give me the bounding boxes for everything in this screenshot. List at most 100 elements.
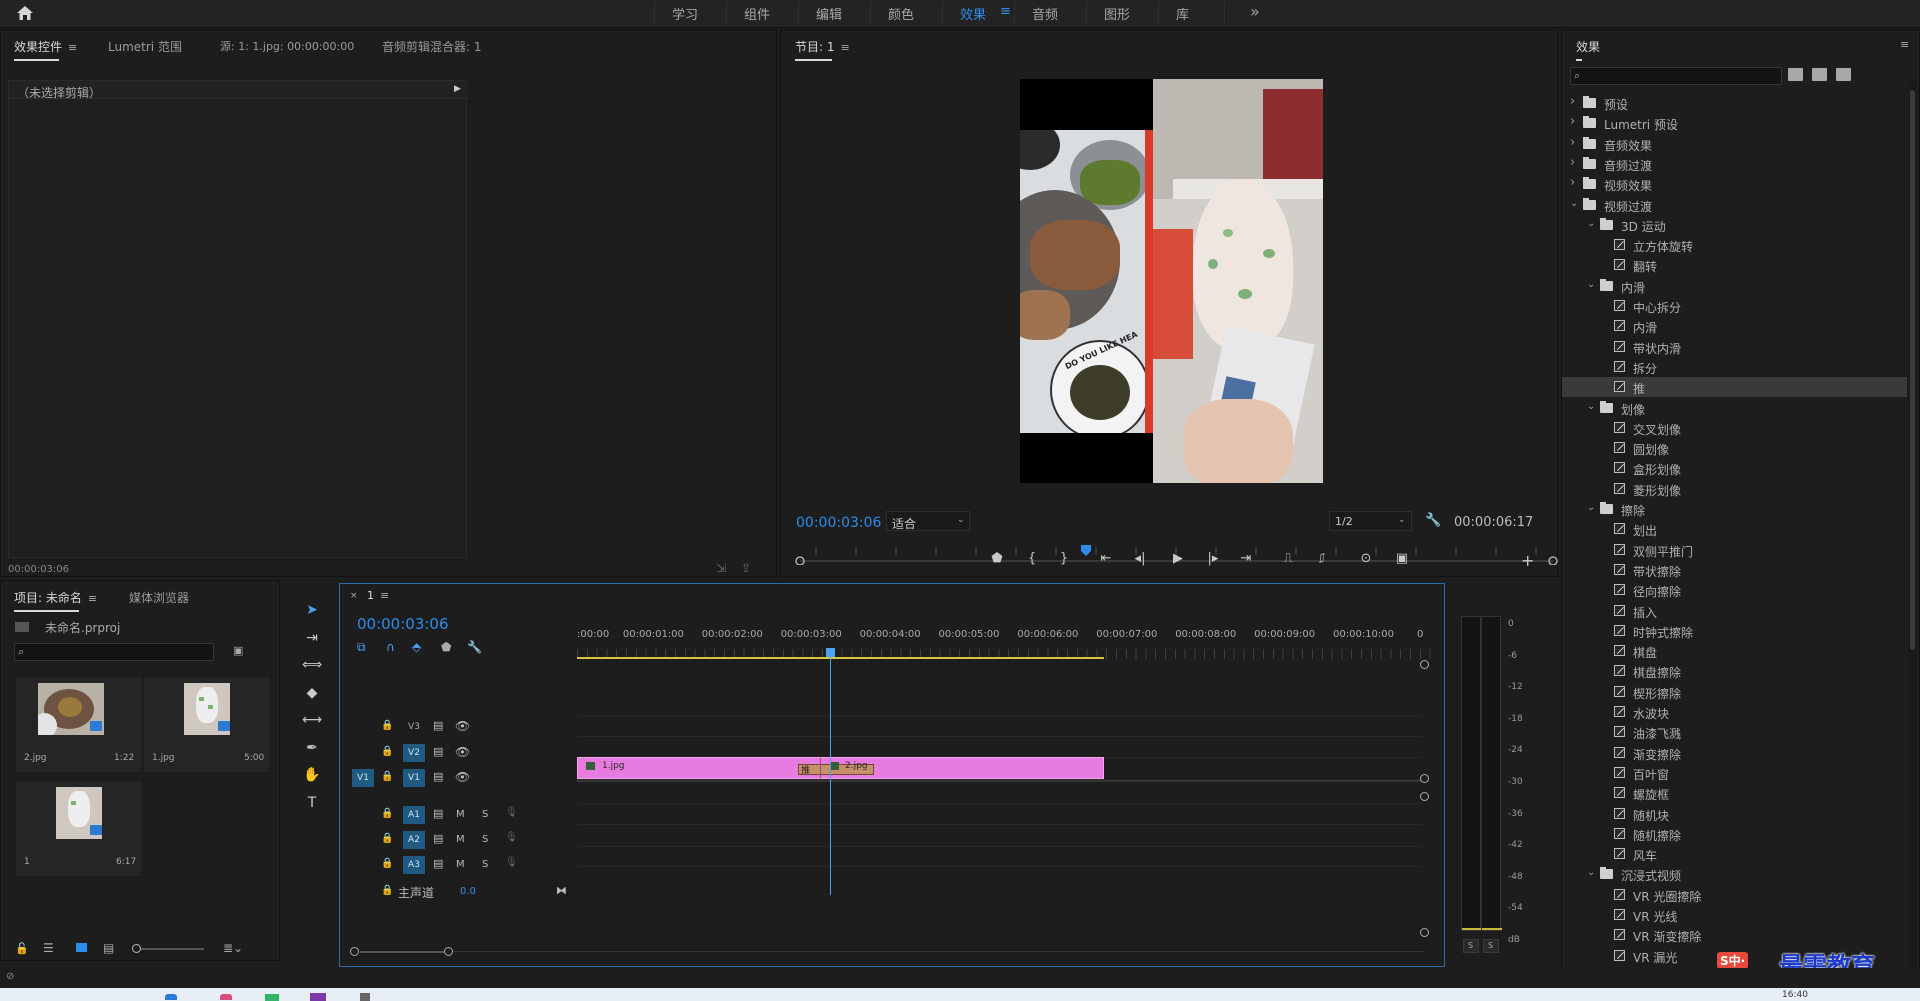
project-item[interactable]: 1.jpg 5:00 <box>144 677 270 772</box>
workspace-tab[interactable]: 音频 <box>1032 4 1058 23</box>
eye-icon[interactable]: 👁 <box>455 745 470 759</box>
microphone-icon[interactable]: 🎙 <box>505 832 518 843</box>
fit-select[interactable]: 适合 ⌄ <box>886 511 970 531</box>
sync-lock-icon[interactable]: ▤ <box>433 857 443 870</box>
chevron-right-icon[interactable]: › <box>1570 155 1575 170</box>
panel-menu-icon[interactable]: ≡ <box>68 41 77 54</box>
track-target[interactable]: V2 <box>403 743 425 762</box>
resolution-select[interactable]: 1/2 ⌄ <box>1329 511 1412 531</box>
ripple-edit-tool-icon[interactable]: ⟺ <box>302 657 322 673</box>
chevron-right-icon[interactable]: › <box>1570 114 1575 129</box>
timeline-timecode[interactable]: 00:00:03:06 <box>357 615 449 633</box>
tab-effect-controls[interactable]: 效果控件 ≡ <box>14 38 77 61</box>
step-back-icon[interactable]: ◂| <box>1129 551 1151 566</box>
effects-item[interactable]: 内滑 <box>1562 316 1907 336</box>
master-volume-value[interactable]: 0.0 <box>460 886 476 897</box>
go-to-end-icon[interactable]: ⧓ <box>556 884 567 897</box>
panel-menu-icon[interactable]: ≡ <box>380 589 389 602</box>
microphone-icon[interactable]: 🎙 <box>505 857 518 868</box>
lift-icon[interactable]: ⎍ <box>1277 551 1299 566</box>
taskbar-app-icon[interactable] <box>265 994 279 1001</box>
taskbar-app-icon[interactable] <box>360 993 370 1001</box>
workspace-tab[interactable]: 效果 <box>960 4 986 23</box>
effects-item[interactable]: 渐变擦除 <box>1562 743 1907 763</box>
track-target[interactable]: V1 <box>403 769 425 787</box>
effects-folder[interactable]: › 视频效果 <box>1562 174 1907 194</box>
playhead[interactable] <box>830 655 831 895</box>
effects-item[interactable]: 双侧平推门 <box>1562 540 1907 560</box>
source-patch-v1[interactable]: V1 <box>352 769 374 787</box>
track-lock-icon[interactable]: 🔒 <box>381 858 393 869</box>
close-tab-icon[interactable]: × <box>350 591 358 601</box>
step-forward-icon[interactable]: |▸ <box>1202 551 1224 566</box>
marker-icon[interactable]: ⬟ <box>986 551 1008 566</box>
effects-folder[interactable]: › 音频效果 <box>1562 134 1907 154</box>
track-target[interactable]: A2 <box>403 831 425 849</box>
track-target[interactable]: V3 <box>403 718 425 736</box>
freeform-view-icon[interactable]: ▤ <box>103 941 114 955</box>
export-frame-icon[interactable]: ⇲ <box>716 561 726 575</box>
solo-button[interactable]: S <box>482 834 488 845</box>
accelerated-effects-icon[interactable] <box>1788 68 1803 81</box>
expand-arrow-icon[interactable]: ▶ <box>454 84 461 94</box>
tab-source[interactable]: 源: 1: 1.jpg: 00:00:00:00 <box>220 38 354 54</box>
solo-button[interactable]: S <box>482 859 488 870</box>
track-area[interactable]: 1.jpg 推 2.jpg <box>577 655 1422 937</box>
solo-button[interactable]: S <box>482 809 488 820</box>
project-item[interactable]: 2.jpg 1:22 <box>16 677 142 772</box>
yuv-effects-icon[interactable] <box>1836 68 1851 81</box>
solo-right-button[interactable]: S <box>1483 939 1499 953</box>
effects-item[interactable]: 时钟式擦除 <box>1562 621 1907 641</box>
slip-tool-icon[interactable]: ⟷ <box>302 712 322 728</box>
effects-folder[interactable]: ⌄ 视频过渡 <box>1562 195 1907 215</box>
effects-folder[interactable]: ⌄ 内滑 <box>1562 276 1907 296</box>
panel-menu-icon[interactable]: ≡ <box>841 41 850 54</box>
lock-icon[interactable]: 🔓 <box>15 942 29 955</box>
track-lock-icon[interactable]: 🔒 <box>381 885 393 896</box>
effects-item[interactable]: 螺旋框 <box>1562 783 1907 803</box>
effects-item[interactable]: 立方体旋转 <box>1562 235 1907 255</box>
project-item-sequence[interactable]: 1 6:17 <box>16 781 142 876</box>
32bit-effects-icon[interactable] <box>1812 68 1827 81</box>
effects-item[interactable]: 水波块 <box>1562 702 1907 722</box>
track-lock-icon[interactable]: 🔒 <box>381 771 393 782</box>
track-target[interactable]: A1 <box>403 806 425 824</box>
track-select-tool-icon[interactable]: ⇥ <box>302 630 322 646</box>
go-to-out-icon[interactable]: ⇥ <box>1235 551 1257 566</box>
effects-folder[interactable]: ⌄ 3D 运动 <box>1562 215 1907 235</box>
play-icon[interactable]: ▶ <box>1167 551 1189 566</box>
track-lock-icon[interactable]: 🔒 <box>381 720 393 731</box>
effects-item[interactable]: 盒形划像 <box>1562 458 1907 478</box>
effects-item[interactable]: 棋盘擦除 <box>1562 661 1907 681</box>
timeline-tab[interactable]: 1 ≡ <box>367 589 389 602</box>
workspace-tab[interactable]: 图形 <box>1104 4 1130 23</box>
playhead-handle[interactable] <box>826 648 835 657</box>
linked-selection-icon[interactable]: ∩ <box>386 640 395 654</box>
taskbar-app-icon[interactable] <box>220 994 232 1000</box>
list-view-icon[interactable]: ☰ <box>43 941 54 955</box>
workspace-tab[interactable]: 库 <box>1176 4 1189 23</box>
pen-tool-icon[interactable]: ✒ <box>302 740 322 756</box>
project-search-input[interactable]: ⌕ <box>14 643 214 661</box>
new-bin-icon[interactable]: ▣ <box>233 644 243 657</box>
effects-item[interactable]: 菱形划像 <box>1562 479 1907 499</box>
chevron-right-icon[interactable]: › <box>1570 94 1575 109</box>
clip-1[interactable]: 1.jpg 推 2.jpg <box>577 757 1104 779</box>
track-lock-icon[interactable]: 🔒 <box>381 833 393 844</box>
effects-item[interactable]: 推 <box>1562 377 1907 398</box>
panel-menu-icon[interactable]: ≡ <box>88 592 97 605</box>
compare-view-icon[interactable]: ▣ <box>1391 551 1413 566</box>
panel-menu-icon[interactable]: ≡ <box>1900 38 1909 51</box>
microphone-icon[interactable]: 🎙 <box>505 807 518 818</box>
horizontal-zoom-scrollbar[interactable] <box>350 947 1425 959</box>
tab-media-browser[interactable]: 媒体浏览器 <box>129 589 189 606</box>
snap-icon[interactable]: ⧉ <box>357 640 366 655</box>
vertical-zoom-handle[interactable] <box>1420 660 1430 860</box>
effects-item[interactable]: 圆划像 <box>1562 438 1907 458</box>
effects-item[interactable]: 油漆飞溅 <box>1562 722 1907 742</box>
tab-program[interactable]: 节目: 1 ≡ <box>795 38 850 61</box>
program-timecode[interactable]: 00:00:03:06 <box>796 515 881 531</box>
mute-button[interactable]: M <box>456 834 465 845</box>
type-tool-icon[interactable]: T <box>302 795 322 811</box>
tab-lumetri-scopes[interactable]: Lumetri 范围 <box>108 38 182 55</box>
